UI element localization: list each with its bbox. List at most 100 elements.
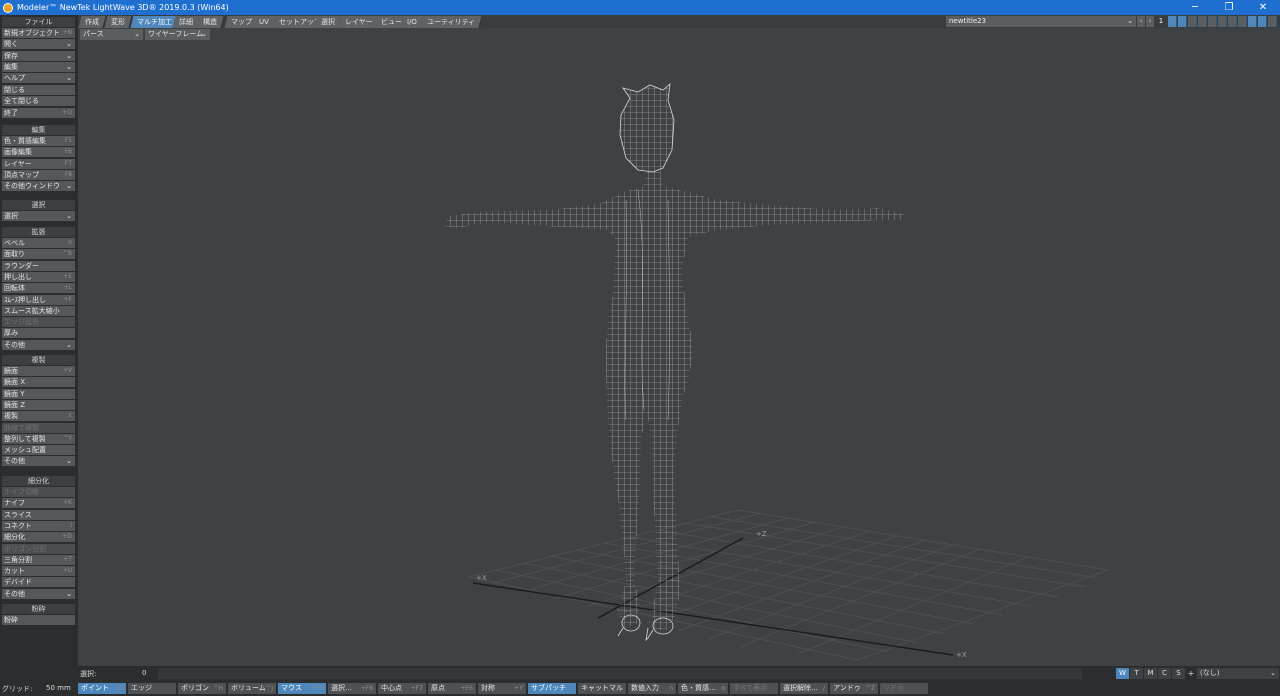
sidebar-item[interactable]: 頂点マップ F8 (2, 169, 75, 180)
sidebar-item-label: 厚み (4, 329, 18, 338)
layer-slot[interactable] (1248, 16, 1257, 27)
bottom-button[interactable]: リドゥ (880, 683, 928, 694)
sidebar-item[interactable]: 複製 c (2, 411, 75, 422)
sidebar-item[interactable]: 色・質感編集 F5 (2, 136, 75, 146)
prev-layer-button[interactable]: ‹ (1137, 16, 1145, 27)
bottom-button[interactable]: ポイント ^G (78, 683, 126, 694)
tab-12[interactable]: ユーティリティ (420, 16, 483, 28)
sidebar-item[interactable]: 編集 ⌄ (2, 61, 75, 72)
sidebar-item[interactable]: ナイフ +K (2, 498, 75, 509)
bottom-button[interactable]: 中心点 +F7 (378, 683, 426, 694)
sidebar-item[interactable]: カット +U (2, 566, 75, 577)
ground-grid (468, 509, 1110, 661)
sidebar-item[interactable]: レイヤー F7 (2, 158, 75, 169)
tab-4[interactable]: 構造 (196, 16, 225, 28)
layer-slot[interactable] (1188, 16, 1197, 27)
bottom-button[interactable]: 原点 +F6 (428, 683, 476, 694)
bottom-button[interactable]: 選択… +F8 (328, 683, 376, 694)
shortcut-hint: ^J (266, 685, 273, 692)
layer-slot[interactable] (1218, 16, 1227, 27)
bottom-button[interactable]: エッジ (128, 683, 176, 694)
sidebar-item[interactable]: 鏡面 +V (2, 366, 75, 376)
sidebar-item[interactable]: ナイフ切断 (2, 487, 75, 497)
maximize-button[interactable]: ❐ (1212, 0, 1246, 15)
sidebar-item[interactable]: デバイド (2, 577, 75, 588)
sidebar-item[interactable]: 全て閉じる (2, 96, 75, 107)
minimize-button[interactable]: ─ (1178, 0, 1212, 15)
bottom-button[interactable]: マウス +F3 (278, 683, 326, 694)
sidebar-item[interactable]: 鏡面 Z (2, 399, 75, 410)
layer-slot[interactable] (1228, 16, 1237, 27)
sidebar-item[interactable]: 押し出し +E (2, 271, 75, 282)
layer-slot[interactable] (1238, 16, 1247, 27)
sidebar-item[interactable]: 整列して複製 ^Y (2, 433, 75, 444)
sidebar-item[interactable]: ポリゴン分割 (2, 543, 75, 554)
bottom-button[interactable]: アンドゥ ^Z (830, 683, 878, 694)
sidebar-item[interactable]: 画像編集 F6 (2, 147, 75, 158)
sidebar-item[interactable]: ベベル b (2, 238, 75, 248)
sidebar-item[interactable]: 鏡面 X (2, 377, 75, 388)
bottom-button[interactable]: 選択解除… / (780, 683, 828, 694)
layer-slot[interactable] (1168, 16, 1177, 27)
view-mode-button[interactable]: M (1144, 668, 1157, 679)
shortcut-hint: ^H (213, 685, 223, 692)
sidebar-item[interactable]: コネクト i (2, 520, 75, 531)
close-button[interactable]: ✕ (1246, 0, 1280, 15)
view-projection-value: パース (83, 30, 104, 38)
layer-slot[interactable] (1208, 16, 1217, 27)
sidebar-item[interactable]: スムース拡大縮小 (2, 305, 75, 316)
sidebar-item[interactable]: 鏡面 Y (2, 388, 75, 399)
bottom-button[interactable]: すべて表示 (730, 683, 778, 694)
layer-slot[interactable] (1268, 16, 1277, 27)
sidebar-item[interactable]: 終了 +Q (2, 107, 75, 118)
view-mode-button[interactable]: C (1158, 668, 1171, 679)
sidebar-item[interactable]: その他 ⌄ (2, 588, 75, 599)
sidebar-item[interactable]: 厚み (2, 328, 75, 339)
view-mode-button[interactable]: S (1172, 668, 1185, 679)
shortcut-hint: F8 (64, 170, 72, 178)
perspective-viewport[interactable]: ✥ ⟳ ⌕ ▣ (78, 40, 1280, 666)
object-selector[interactable]: newtitle23 ⌄ (946, 16, 1136, 27)
bottom-button[interactable]: サブパッチ (528, 683, 576, 694)
layer-slot[interactable] (1258, 16, 1267, 27)
shortcut-hint: +U (62, 567, 72, 575)
sidebar-item[interactable]: スライス (2, 509, 75, 520)
sidebar-item[interactable]: メッシュ配置 (2, 445, 75, 456)
next-layer-button[interactable]: › (1146, 16, 1154, 27)
tab-label: ビュー (381, 18, 402, 26)
sidebar-item[interactable]: その他ウィンドウ ⌄ (2, 181, 75, 192)
view-projection-select[interactable]: パース ⌄ (80, 29, 143, 40)
bottom-button[interactable]: ボリューム ^J (228, 683, 276, 694)
sidebar-item[interactable]: ヘルプ ⌄ (2, 73, 75, 84)
sidebar-item[interactable]: 細分化 +D (2, 532, 75, 543)
sidebar-item[interactable]: ｽﾑｰｽ押し出し +F (2, 294, 75, 305)
sidebar-item[interactable]: 選択 ⌄ (2, 211, 75, 221)
bottom-button[interactable]: ポリゴン ^H (178, 683, 226, 694)
tab-1[interactable]: 変形 (104, 16, 133, 28)
sidebar-item[interactable]: 曲線で複製 (2, 422, 75, 433)
sidebar-item[interactable]: エッジ延長 (2, 317, 75, 328)
view-mode-button[interactable]: T (1130, 668, 1143, 679)
sidebar-item[interactable]: 回転体 +L (2, 283, 75, 294)
bottom-button[interactable]: 対称 +Y (478, 683, 526, 694)
layer-slot[interactable] (1178, 16, 1187, 27)
add-button[interactable]: + (1186, 668, 1196, 679)
bottom-button[interactable]: キャットマル (578, 683, 626, 694)
sidebar-item[interactable]: 粉砕 (2, 615, 75, 625)
sidebar-item[interactable]: 開く ⌄ (2, 39, 75, 50)
view-mode-button[interactable]: W (1116, 668, 1129, 679)
sidebar-item[interactable]: 閉じる (2, 85, 75, 95)
sidebar-item[interactable]: その他 ⌄ (2, 339, 75, 350)
tab-0[interactable]: 作成 (78, 16, 107, 28)
layer-slot[interactable] (1198, 16, 1207, 27)
vertex-map-select[interactable]: (なし) ⌄ (1197, 668, 1279, 679)
sidebar-item[interactable]: その他 ⌄ (2, 456, 75, 467)
sidebar-item[interactable]: 三角分割 +T (2, 554, 75, 565)
sidebar-item[interactable]: 保存 ⌄ (2, 50, 75, 61)
sidebar-item[interactable]: ラウンダー (2, 260, 75, 271)
bottom-button[interactable]: 色・質感… q (678, 683, 728, 694)
sidebar-item[interactable]: 面取り ^B (2, 249, 75, 260)
render-mode-select[interactable]: ワイヤーフレーム ⌄ (145, 29, 210, 40)
bottom-button[interactable]: 数値入力 n (628, 683, 676, 694)
sidebar-item[interactable]: 新規オブジェクト +N (2, 28, 75, 38)
